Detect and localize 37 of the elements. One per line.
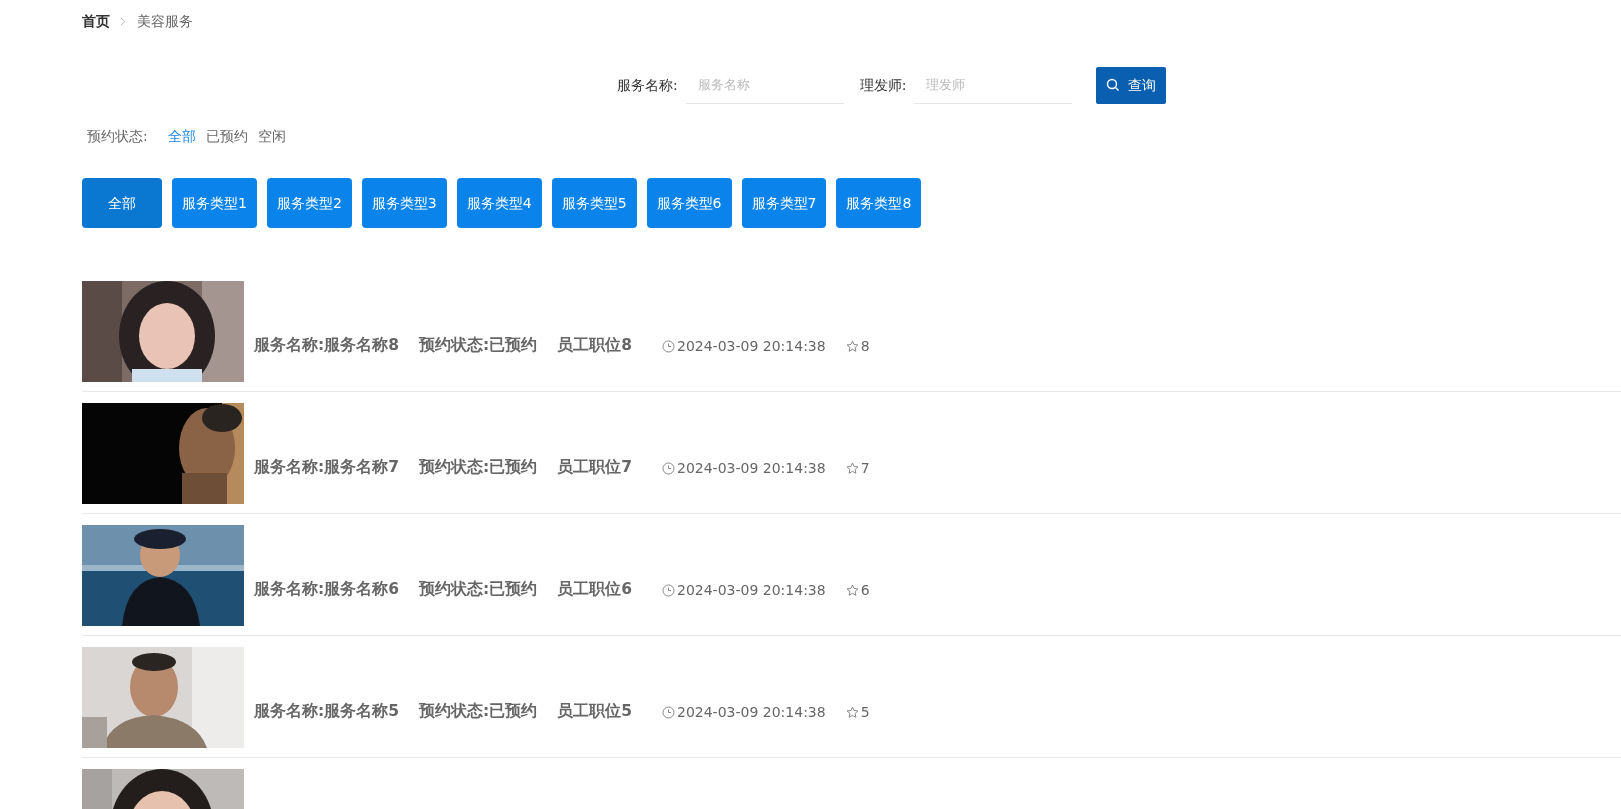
service-name: 服务名称:服务名称6 — [254, 579, 399, 601]
search-button[interactable]: 查询 — [1096, 66, 1167, 104]
staff-position: 员工职位8 — [557, 335, 632, 357]
category-button[interactable]: 服务类型6 — [646, 178, 732, 228]
favorite-count: 5 — [860, 702, 870, 722]
booking-status: 预约状态:已预约 — [419, 701, 538, 723]
booking-status: 预约状态:已预约 — [419, 335, 538, 357]
filter-option[interactable]: 空闲 — [257, 125, 286, 147]
timestamp: 2024-03-09 20:14:38 — [677, 336, 826, 356]
filter-option[interactable]: 已预约 — [205, 125, 248, 147]
category-button[interactable]: 服务类型1 — [172, 178, 257, 228]
staff-position: 员工职位7 — [557, 457, 632, 479]
category-button[interactable]: 服务类型3 — [361, 178, 447, 228]
category-button[interactable]: 服务类型7 — [741, 178, 827, 228]
timestamp: 2024-03-09 20:14:38 — [677, 458, 826, 478]
timestamp: 2024-03-09 20:14:38 — [677, 702, 826, 722]
field-label: 理发师: — [859, 75, 907, 95]
filter-option[interactable]: 全部 — [167, 125, 196, 147]
filter-label: 预约状态: — [87, 126, 148, 146]
staff-position: 员工职位5 — [557, 701, 632, 723]
category-button[interactable]: 服务类型5 — [551, 178, 637, 228]
category-button[interactable]: 服务类型2 — [266, 178, 352, 228]
service-name: 服务名称:服务名称7 — [254, 457, 399, 479]
favorite-count: 7 — [860, 458, 870, 478]
booking-status: 预约状态:已预约 — [419, 579, 538, 601]
favorite-count: 8 — [860, 336, 870, 356]
service-name: 服务名称:服务名称8 — [254, 335, 399, 357]
breadcrumb-link[interactable]: 首页 — [82, 10, 110, 32]
timestamp: 2024-03-09 20:14:38 — [677, 580, 826, 600]
service-name: 服务名称:服务名称5 — [254, 701, 399, 723]
field-label: 服务名称: — [617, 75, 678, 95]
favorite-count: 6 — [860, 580, 870, 600]
staff-position: 员工职位6 — [557, 579, 632, 601]
booking-status: 预约状态:已预约 — [419, 457, 538, 479]
category-button[interactable]: 服务类型4 — [456, 178, 542, 228]
category-button[interactable]: 服务类型8 — [836, 178, 922, 228]
category-button[interactable]: 全部 — [82, 178, 162, 228]
